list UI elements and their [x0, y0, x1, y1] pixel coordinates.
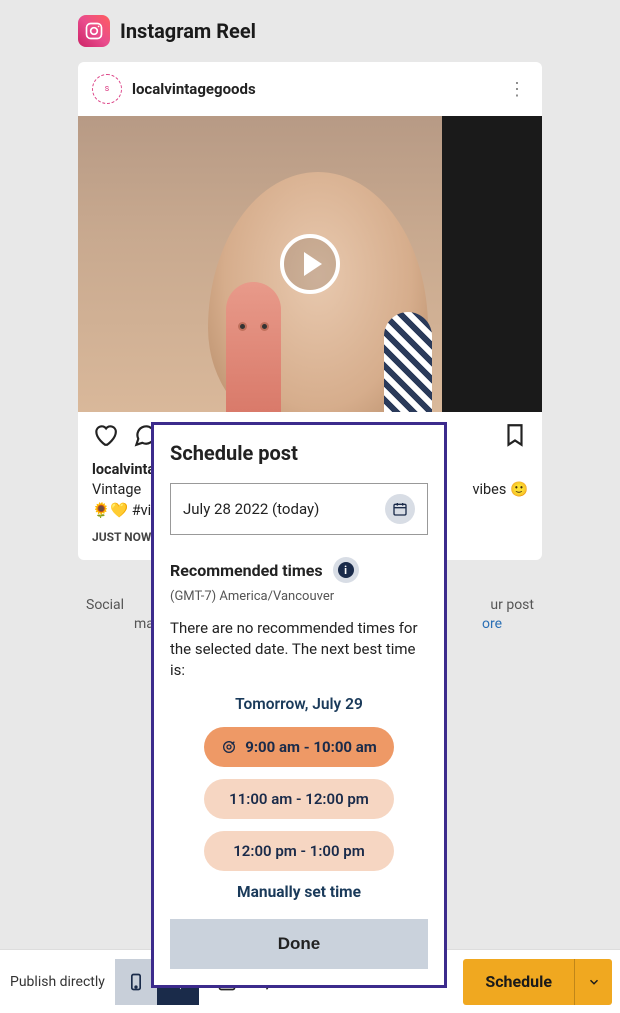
- publish-directly-label: Publish directly: [10, 974, 105, 990]
- time-option-best[interactable]: 9:00 am - 10:00 am: [204, 727, 394, 767]
- avatar[interactable]: s: [92, 74, 122, 104]
- manually-set-time-link[interactable]: Manually set time: [170, 883, 428, 901]
- time-option-label: 9:00 am - 10:00 am: [245, 738, 377, 756]
- date-picker-input[interactable]: July 28 2022 (today): [170, 483, 428, 535]
- video-preview[interactable]: [78, 116, 542, 412]
- time-option-label: 11:00 am - 12:00 pm: [229, 790, 369, 808]
- schedule-button[interactable]: Schedule: [463, 959, 612, 1005]
- caption-text-left: Vintage: [92, 480, 141, 500]
- caption-text-right: vibes 🙂: [472, 480, 528, 500]
- like-icon[interactable]: [92, 422, 118, 452]
- learn-more-link[interactable]: ore: [482, 615, 502, 635]
- instagram-icon: [78, 15, 110, 47]
- play-icon[interactable]: [280, 234, 340, 294]
- post-header: s localvintagegoods ⋮: [78, 62, 542, 116]
- schedule-popover: Schedule post July 28 2022 (today) Recom…: [151, 422, 447, 988]
- schedule-dropdown-caret[interactable]: [574, 959, 612, 1005]
- time-option[interactable]: 12:00 pm - 1:00 pm: [204, 831, 394, 871]
- popover-title: Schedule post: [170, 441, 428, 465]
- chevron-down-icon: [587, 975, 601, 989]
- page-header: Instagram Reel: [78, 15, 542, 47]
- target-icon: [221, 739, 237, 755]
- date-value: July 28 2022 (today): [183, 500, 319, 518]
- bookmark-icon[interactable]: [502, 422, 528, 452]
- next-best-date: Tomorrow, July 29: [170, 695, 428, 713]
- time-option-label: 12:00 pm - 1:00 pm: [233, 842, 365, 860]
- recommended-times-heading: Recommended times: [170, 561, 323, 580]
- info-icon[interactable]: i: [333, 557, 359, 583]
- page-title: Instagram Reel: [120, 19, 256, 43]
- time-option[interactable]: 11:00 am - 12:00 pm: [204, 779, 394, 819]
- done-button[interactable]: Done: [170, 919, 428, 969]
- no-recommendations-message: There are no recommended times for the s…: [170, 618, 428, 681]
- calendar-icon[interactable]: [385, 494, 415, 524]
- timezone-label: (GMT-7) America/Vancouver: [170, 589, 428, 604]
- more-menu-icon[interactable]: ⋮: [508, 79, 528, 100]
- post-username[interactable]: localvintagegoods: [132, 80, 498, 98]
- schedule-button-label[interactable]: Schedule: [463, 959, 574, 1005]
